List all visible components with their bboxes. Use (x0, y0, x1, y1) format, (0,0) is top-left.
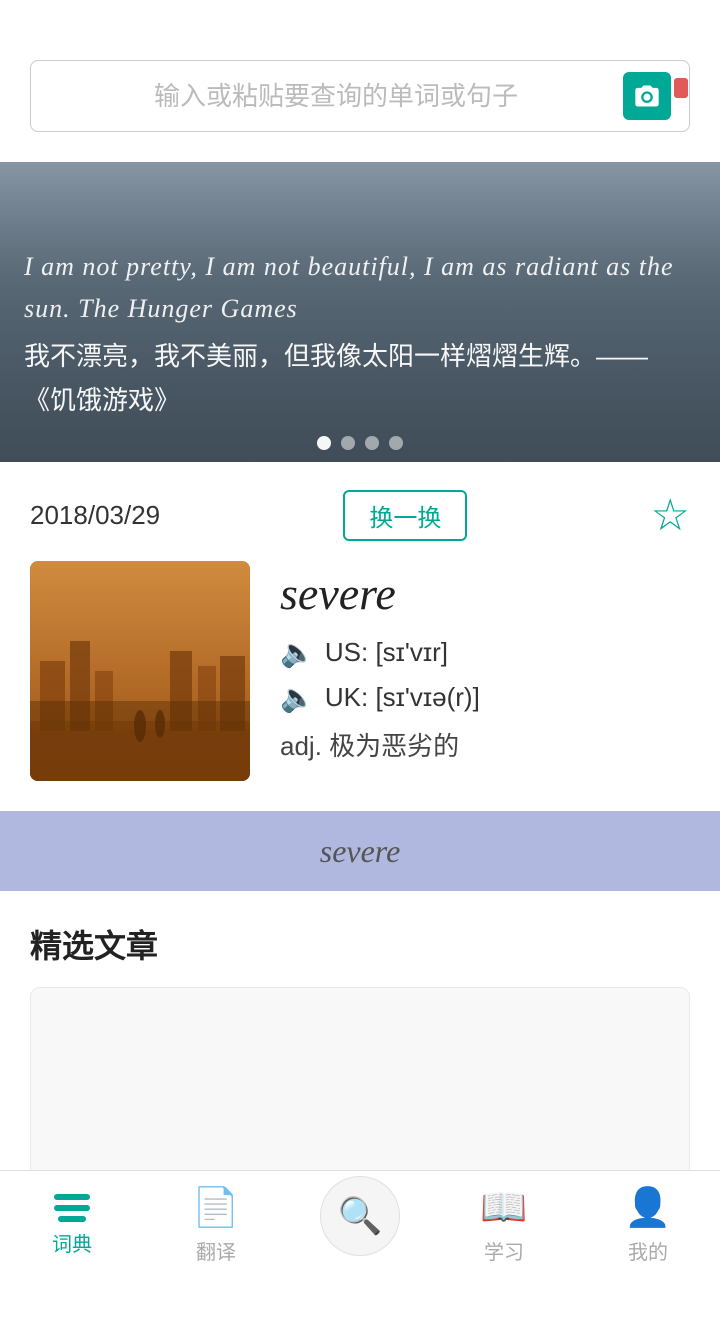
learn-icon: 📖 (480, 1186, 527, 1230)
nav-label-profile: 我的 (628, 1236, 668, 1265)
banner-slider: I am not pretty, I am not beautiful, I a… (0, 162, 720, 462)
camera-icon (632, 82, 662, 110)
word-of-day-section: 2018/03/29 换一换 ☆ (0, 462, 720, 781)
nav-label-translate: 翻译 (196, 1236, 236, 1265)
nav-search-icon: 🔍 (338, 1195, 383, 1237)
word-image (30, 561, 250, 781)
word-title: severe (280, 567, 690, 620)
swap-button[interactable]: 换一换 (343, 490, 467, 541)
word-info: severe 🔈 US: [sɪ'vɪr] 🔈 UK: [sɪ'vɪə(r)] … (280, 561, 690, 763)
banner-dots (317, 436, 403, 450)
nav-item-translate[interactable]: 📄 翻译 (156, 1186, 276, 1265)
uk-sound-icon[interactable]: 🔈 (280, 681, 315, 714)
banner-dot-1[interactable] (317, 436, 331, 450)
nav-label-learn: 学习 (484, 1236, 524, 1265)
banner-english-text: I am not pretty, I am not beautiful, I a… (24, 246, 696, 329)
nav-item-learn[interactable]: 📖 学习 (444, 1186, 564, 1265)
camera-button[interactable] (623, 72, 671, 120)
dict-icon (54, 1194, 90, 1222)
nav-label-dict: 词典 (52, 1228, 92, 1257)
us-pronunciation: 🔈 US: [sɪ'vɪr] (280, 636, 690, 669)
nav-item-dict[interactable]: 词典 (12, 1194, 132, 1257)
nav-item-profile[interactable]: 👤 我的 (588, 1186, 708, 1265)
status-indicator (674, 78, 688, 98)
banner-dot-2[interactable] (341, 436, 355, 450)
word-banner-bar: severe (0, 811, 720, 891)
word-card: severe 🔈 US: [sɪ'vɪr] 🔈 UK: [sɪ'vɪə(r)] … (30, 561, 690, 781)
search-bar[interactable] (30, 60, 690, 132)
uk-pron-text: UK: [sɪ'vɪə(r)] (325, 682, 480, 713)
search-input[interactable] (49, 81, 623, 112)
translate-icon: 📄 (192, 1186, 239, 1230)
us-pron-text: US: [sɪ'vɪr] (325, 637, 448, 668)
banner-chinese-text: 我不漂亮，我不美丽，但我像太阳一样熠熠生辉。——《饥饿游戏》 (24, 334, 696, 422)
banner-dot-4[interactable] (389, 436, 403, 450)
articles-section-title: 精选文章 (30, 921, 690, 967)
word-date: 2018/03/29 (30, 500, 160, 531)
profile-icon: 👤 (624, 1186, 671, 1230)
sandstorm-illustration (30, 561, 250, 781)
uk-pronunciation: 🔈 UK: [sɪ'vɪə(r)] (280, 681, 690, 714)
nav-item-search[interactable]: 🔍 (300, 1196, 420, 1256)
articles-section: 精选文章 (0, 891, 720, 1187)
word-header: 2018/03/29 换一换 ☆ (30, 490, 690, 541)
favorite-button[interactable]: ☆ (651, 494, 690, 538)
word-banner-text: severe (320, 833, 401, 870)
banner-dot-3[interactable] (365, 436, 379, 450)
word-definition: adj. 极为恶劣的 (280, 726, 690, 763)
article-card[interactable] (30, 987, 690, 1187)
us-sound-icon[interactable]: 🔈 (280, 636, 315, 669)
bottom-navigation: 词典 📄 翻译 🔍 📖 学习 👤 我的 (0, 1170, 720, 1280)
nav-search-button[interactable]: 🔍 (320, 1176, 400, 1256)
